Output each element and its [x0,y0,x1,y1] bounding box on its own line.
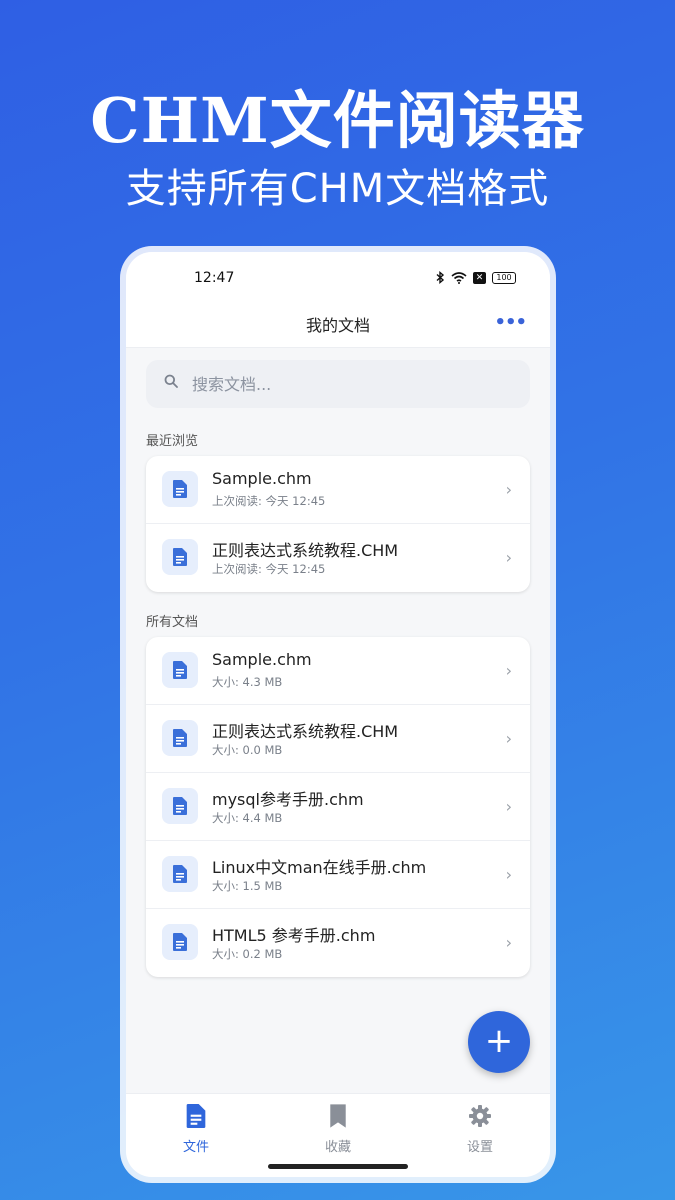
sim-off-icon: ✕ [473,271,486,284]
nav-item-settings[interactable]: 设置 [430,1104,530,1155]
document-name: 正则表达式系统教程.CHM [212,722,399,741]
more-horizontal-icon[interactable]: ••• [494,312,527,333]
add-document-button[interactable]: + [468,1011,530,1073]
list-item[interactable]: 正则表达式系统教程.CHM 上次阅读: 今天 12:45 › [146,524,530,592]
home-indicator [268,1164,408,1169]
file-size: 大小: 0.0 MB [212,743,283,757]
document-icon [162,539,198,575]
promo-title: CHM文件阅读器 [90,84,585,157]
nav-item-favorites[interactable]: 收藏 [288,1104,388,1155]
document-name: Sample.chm [212,650,312,669]
bluetooth-icon [436,271,445,284]
document-name: Linux中文man在线手册.chm [212,858,427,877]
file-size: 大小: 0.2 MB [212,947,283,961]
gear-icon [469,1105,491,1127]
search-icon [164,374,178,388]
nav-item-files[interactable]: 文件 [146,1104,246,1155]
list-item[interactable]: Sample.chm 大小: 4.3 MB › [146,637,530,705]
file-size: 大小: 4.4 MB [212,811,283,825]
document-icon [186,1104,206,1128]
document-name: HTML5 参考手册.chm [212,926,376,945]
chevron-right-icon: › [505,933,512,952]
search-input[interactable] [192,372,512,396]
document-icon [162,788,198,824]
bookmark-icon [330,1104,346,1128]
nav-label: 收藏 [324,1140,351,1155]
phone-frame: 12:47 ✕ 100 我的文档 ••• 最近浏览 [126,252,550,1177]
document-icon [162,652,198,688]
status-time: 12:47 [194,270,235,286]
document-name: Sample.chm [212,469,312,488]
nav-label: 文件 [182,1140,209,1155]
app-bar: 我的文档 ••• [126,304,550,348]
list-item[interactable]: Linux中文man在线手册.chm 大小: 1.5 MB › [146,841,530,909]
file-size: 大小: 4.3 MB [212,675,283,689]
chevron-right-icon: › [505,865,512,884]
document-icon [162,720,198,756]
page-title: 我的文档 [305,316,370,335]
chevron-right-icon: › [505,548,512,567]
section-label-all: 所有文档 [146,615,199,630]
last-read-time: 上次阅读: 今天 12:45 [212,494,326,508]
last-read-time: 上次阅读: 今天 12:45 [212,562,326,576]
document-icon [162,856,198,892]
all-documents-card: Sample.chm 大小: 4.3 MB › 正则表达式系统教程.CHM 大小… [146,637,530,977]
chevron-right-icon: › [505,797,512,816]
file-size: 大小: 1.5 MB [212,879,283,893]
search-bar[interactable] [146,360,530,408]
document-name: mysql参考手册.chm [212,790,364,809]
list-item[interactable]: mysql参考手册.chm 大小: 4.4 MB › [146,773,530,841]
status-bar: 12:47 ✕ 100 [126,252,550,304]
chevron-right-icon: › [505,480,512,499]
list-item[interactable]: Sample.chm 上次阅读: 今天 12:45 › [146,456,530,524]
wifi-icon [451,271,467,284]
document-icon [162,471,198,507]
section-label-recent: 最近浏览 [146,434,199,449]
nav-label: 设置 [466,1140,493,1155]
chevron-right-icon: › [505,729,512,748]
document-name: 正则表达式系统教程.CHM [212,541,399,560]
battery-icon: 100 [492,271,516,284]
chevron-right-icon: › [505,661,512,680]
status-icons: ✕ 100 [436,271,516,284]
document-icon [162,924,198,960]
recent-card: Sample.chm 上次阅读: 今天 12:45 › 正则表达式系统教程.CH… [146,456,530,592]
list-item[interactable]: HTML5 参考手册.chm 大小: 0.2 MB › [146,909,530,977]
list-item[interactable]: 正则表达式系统教程.CHM 大小: 0.0 MB › [146,705,530,773]
promo-subtitle: 支持所有CHM文档格式 [125,166,550,212]
